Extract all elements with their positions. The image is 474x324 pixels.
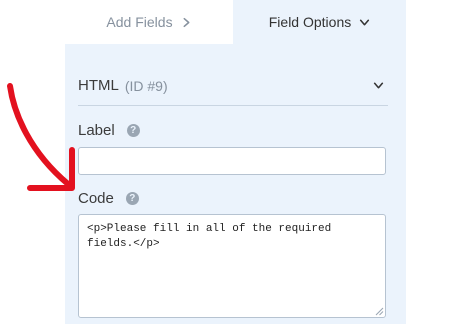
chevron-right-icon (183, 17, 190, 27)
tab-field-options-label: Field Options (268, 14, 352, 30)
field-id: (ID #9) (124, 77, 168, 94)
resize-handle-icon[interactable] (374, 306, 384, 316)
label-input[interactable] (78, 147, 386, 175)
tab-add-fields-label: Add Fields (106, 14, 173, 30)
label-field-label-text: Label (78, 122, 115, 139)
help-circle-icon[interactable]: ? (125, 192, 139, 205)
section-title: HTML (ID #9) (78, 77, 168, 94)
builder-tabs: Add Fields Field Options (65, 0, 406, 44)
section-title-text: HTML (78, 77, 119, 94)
html-field-section-header[interactable]: HTML (ID #9) (78, 70, 388, 106)
chevron-down-icon (360, 19, 370, 25)
collapse-toggle[interactable] (368, 76, 388, 96)
help-circle-icon[interactable]: ? (126, 124, 140, 137)
code-textarea[interactable]: <p>Please fill in all of the required fi… (78, 214, 386, 318)
code-field-label: Code ? (78, 190, 139, 207)
code-field-label-text: Code (78, 190, 114, 207)
tab-add-fields[interactable]: Add Fields (65, 0, 233, 44)
tab-field-options[interactable]: Field Options (233, 0, 406, 44)
chevron-down-icon (373, 82, 383, 89)
label-field-label: Label ? (78, 122, 140, 139)
